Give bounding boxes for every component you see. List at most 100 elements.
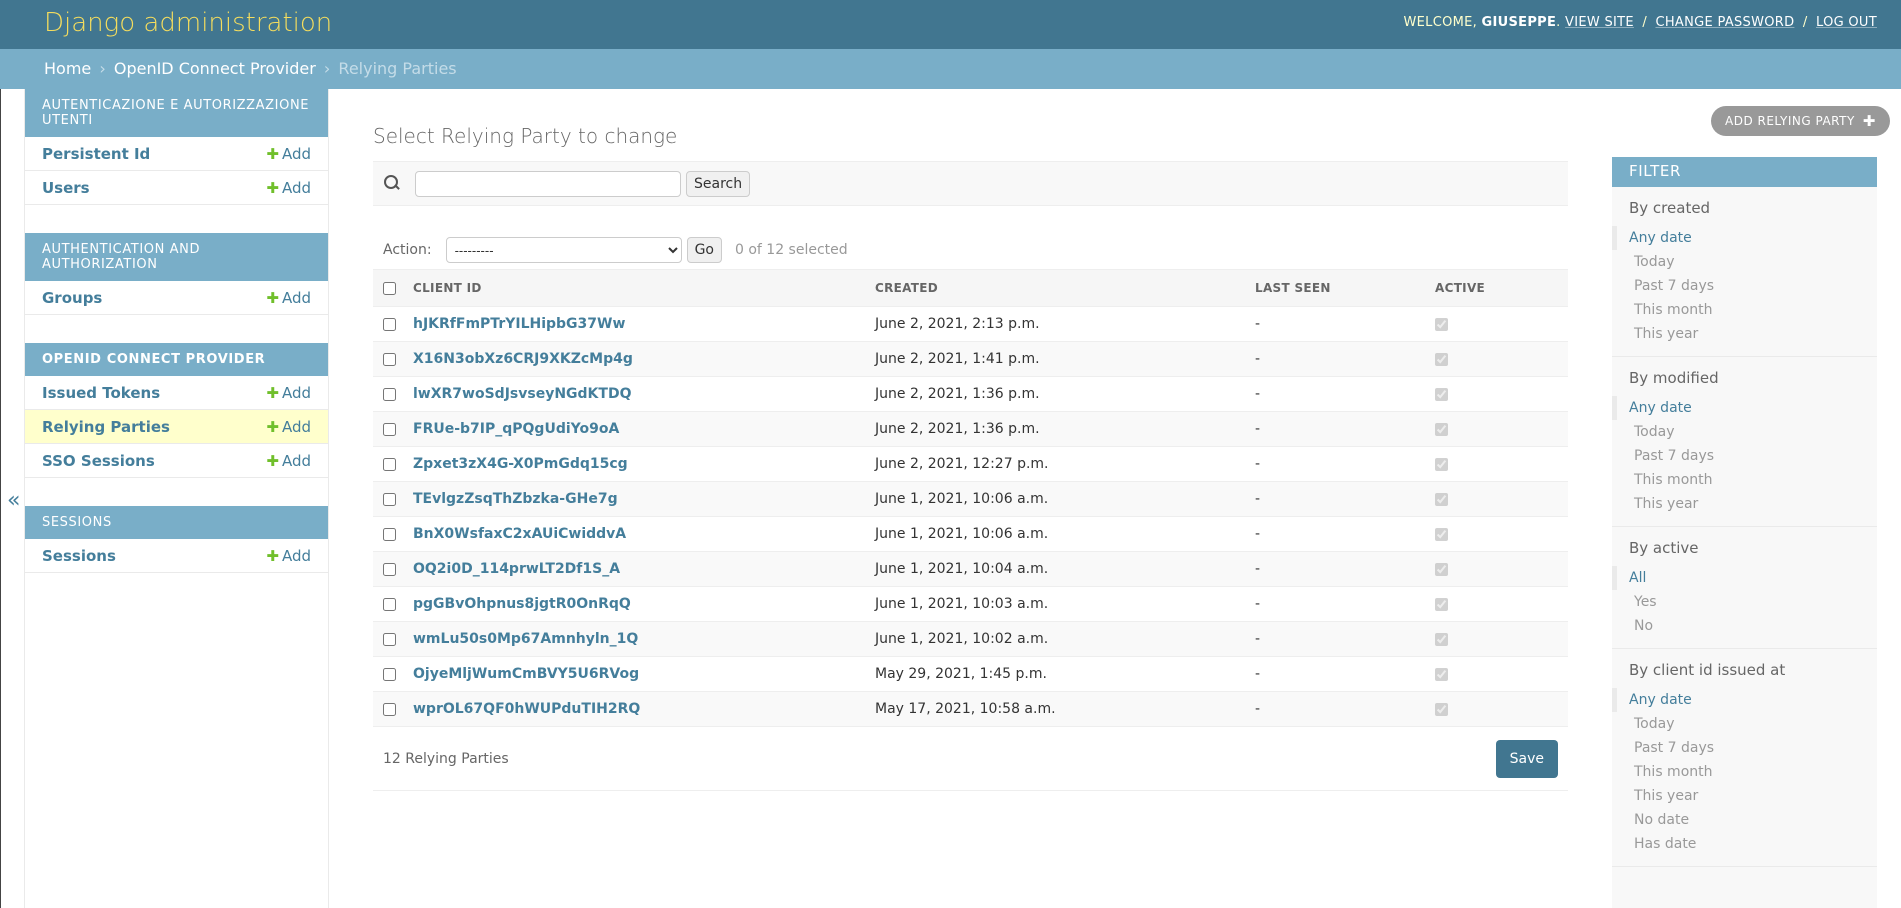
client-id-link[interactable]: pgGBvOhpnus8jgtR0OnRqQ: [413, 596, 631, 612]
sidebar-item-sso-sessions: SSO Sessions ✚ Add: [25, 444, 328, 478]
sidebar-item-link[interactable]: Issued Tokens: [42, 384, 160, 402]
row-select-checkbox[interactable]: [383, 387, 396, 401]
client-id-cell: Zpxet3zX4G-X0PmGdq15cg: [403, 446, 865, 482]
table-row: hJKRfFmPTrYILHipbG37Ww June 2, 2021, 2:13…: [373, 306, 1568, 342]
sidebar-item-link[interactable]: Relying Parties: [42, 418, 170, 436]
row-select-checkbox[interactable]: [383, 702, 396, 716]
view-site-link[interactable]: View site: [1565, 15, 1634, 30]
created-cell: June 1, 2021, 10:06 a.m.: [865, 516, 1245, 552]
column-header-last-seen[interactable]: Last seen: [1245, 269, 1425, 307]
column-header-client-id[interactable]: Client ID: [403, 269, 865, 307]
module-caption[interactable]: OpenID Connect Provider: [25, 343, 328, 376]
row-select-checkbox[interactable]: [383, 352, 396, 366]
search-button[interactable]: Search: [686, 170, 751, 197]
nav-sidebar-toggle[interactable]: «: [0, 89, 25, 908]
filter-option[interactable]: Past 7 days: [1612, 274, 1877, 298]
filter-option[interactable]: No: [1612, 614, 1877, 638]
site-name[interactable]: Django administration: [44, 8, 332, 38]
client-id-link[interactable]: TEvlgzZsqThZbzka-GHe7g: [413, 491, 618, 507]
row-select-checkbox[interactable]: [383, 492, 396, 506]
module-caption[interactable]: Sessions: [25, 506, 328, 539]
filter-option[interactable]: Yes: [1612, 590, 1877, 614]
filter-option[interactable]: Today: [1612, 712, 1877, 736]
row-select-checkbox[interactable]: [383, 457, 396, 471]
row-select-cell: [373, 516, 403, 552]
column-header-active[interactable]: Active: [1425, 269, 1568, 307]
add-link[interactable]: ✚ Add: [266, 452, 311, 470]
client-id-link[interactable]: BnX0WsfaxC2xAUiCwiddvA: [413, 526, 626, 542]
breadcrumb-app[interactable]: OpenID Connect Provider: [114, 59, 316, 78]
add-link[interactable]: ✚ Add: [266, 289, 311, 307]
column-header-created[interactable]: Created: [865, 269, 1245, 307]
add-link[interactable]: ✚ Add: [266, 418, 311, 436]
client-id-link[interactable]: OQ2i0D_114prwLT2Df1S_A: [413, 561, 620, 577]
client-id-link[interactable]: wmLu50s0Mp67Amnhyln_1Q: [413, 631, 638, 647]
filter-option[interactable]: This year: [1612, 784, 1877, 808]
separator: /: [1642, 15, 1648, 30]
row-select-checkbox[interactable]: [383, 527, 396, 541]
filter-option[interactable]: This month: [1612, 468, 1877, 492]
add-relying-party-button[interactable]: Add Relying Party ✚: [1711, 106, 1890, 136]
client-id-link[interactable]: lwXR7woSdJsvseyNGdKTDQ: [413, 386, 631, 402]
table-row: FRUe-b7IP_qPQgUdiYo9oA June 2, 2021, 1:36…: [373, 411, 1568, 447]
row-select-cell: [373, 621, 403, 657]
log-out-link[interactable]: Log out: [1816, 15, 1877, 30]
add-link[interactable]: ✚ Add: [266, 384, 311, 402]
module-caption[interactable]: Autenticazione e autorizzazione utenti: [25, 89, 328, 137]
client-id-cell: OQ2i0D_114prwLT2Df1S_A: [403, 551, 865, 587]
client-id-link[interactable]: wprOL67QF0hWUPduTIH2RQ: [413, 701, 640, 717]
action-counter: 0 of 12 selected: [734, 242, 848, 258]
row-select-checkbox[interactable]: [383, 422, 396, 436]
sidebar-item-link[interactable]: Groups: [42, 289, 102, 307]
sidebar-item-link[interactable]: SSO Sessions: [42, 452, 155, 470]
filter-option[interactable]: Any date: [1612, 396, 1877, 420]
save-button[interactable]: Save: [1495, 739, 1558, 778]
filter-option[interactable]: This year: [1612, 492, 1877, 516]
created-cell: June 1, 2021, 10:04 a.m.: [865, 551, 1245, 587]
filter-group: By created Any date Today Past 7 days This m…: [1612, 187, 1877, 357]
filter-option[interactable]: Today: [1612, 420, 1877, 444]
filter-option[interactable]: Any date: [1612, 688, 1877, 712]
filter-option[interactable]: No date: [1612, 808, 1877, 832]
plus-icon: ✚: [266, 383, 279, 402]
breadcrumb-home[interactable]: Home: [44, 59, 91, 78]
search-input[interactable]: [415, 170, 681, 197]
filter-option[interactable]: Any date: [1612, 226, 1877, 250]
row-select-cell: [373, 656, 403, 692]
add-link[interactable]: ✚ Add: [266, 145, 311, 163]
row-select-checkbox[interactable]: [383, 667, 396, 681]
add-link[interactable]: ✚ Add: [266, 179, 311, 197]
changelist: Search Action: --------- Go 0 of 12 sele…: [373, 161, 1568, 791]
filter-option[interactable]: Past 7 days: [1612, 736, 1877, 760]
row-select-checkbox[interactable]: [383, 317, 396, 331]
action-select[interactable]: ---------: [445, 237, 682, 263]
filter-option[interactable]: This month: [1612, 298, 1877, 322]
filter-option[interactable]: All: [1612, 566, 1877, 590]
client-id-link[interactable]: FRUe-b7IP_qPQgUdiYo9oA: [413, 421, 619, 437]
row-select-checkbox[interactable]: [383, 562, 396, 576]
module-caption[interactable]: Authentication and Authorization: [25, 233, 328, 281]
add-link[interactable]: ✚ Add: [266, 547, 311, 565]
filter-option[interactable]: Has date: [1612, 832, 1877, 856]
filter-option[interactable]: This year: [1612, 322, 1877, 346]
filter-option[interactable]: Past 7 days: [1612, 444, 1877, 468]
client-id-link[interactable]: OjyeMljWumCmBVY5U6RVog: [413, 666, 639, 682]
client-id-link[interactable]: hJKRfFmPTrYILHipbG37Ww: [413, 316, 625, 332]
created-cell: May 29, 2021, 1:45 p.m.: [865, 656, 1245, 692]
row-select-checkbox[interactable]: [383, 597, 396, 611]
sidebar-item-link[interactable]: Users: [42, 179, 90, 197]
sidebar-item-link[interactable]: Persistent Id: [42, 145, 150, 163]
active-cell: [1425, 656, 1568, 692]
row-select-checkbox[interactable]: [383, 632, 396, 646]
client-id-link[interactable]: Zpxet3zX4G-X0PmGdq15cg: [413, 456, 628, 472]
sidebar-item-link[interactable]: Sessions: [42, 547, 116, 565]
filter-option[interactable]: This month: [1612, 760, 1877, 784]
filter-option[interactable]: Today: [1612, 250, 1877, 274]
actions-bar: Action: --------- Go 0 of 12 selected: [373, 231, 1568, 269]
client-id-link[interactable]: X16N3obXz6CRJ9XKZcMp4g: [413, 351, 633, 367]
go-button[interactable]: Go: [686, 237, 722, 263]
change-password-link[interactable]: Change password: [1655, 15, 1794, 30]
sidebar-item-relying-parties: Relying Parties ✚ Add: [25, 410, 328, 444]
select-all-checkbox[interactable]: [383, 282, 396, 295]
filter-groups: By created Any date Today Past 7 days This m…: [1612, 187, 1877, 867]
